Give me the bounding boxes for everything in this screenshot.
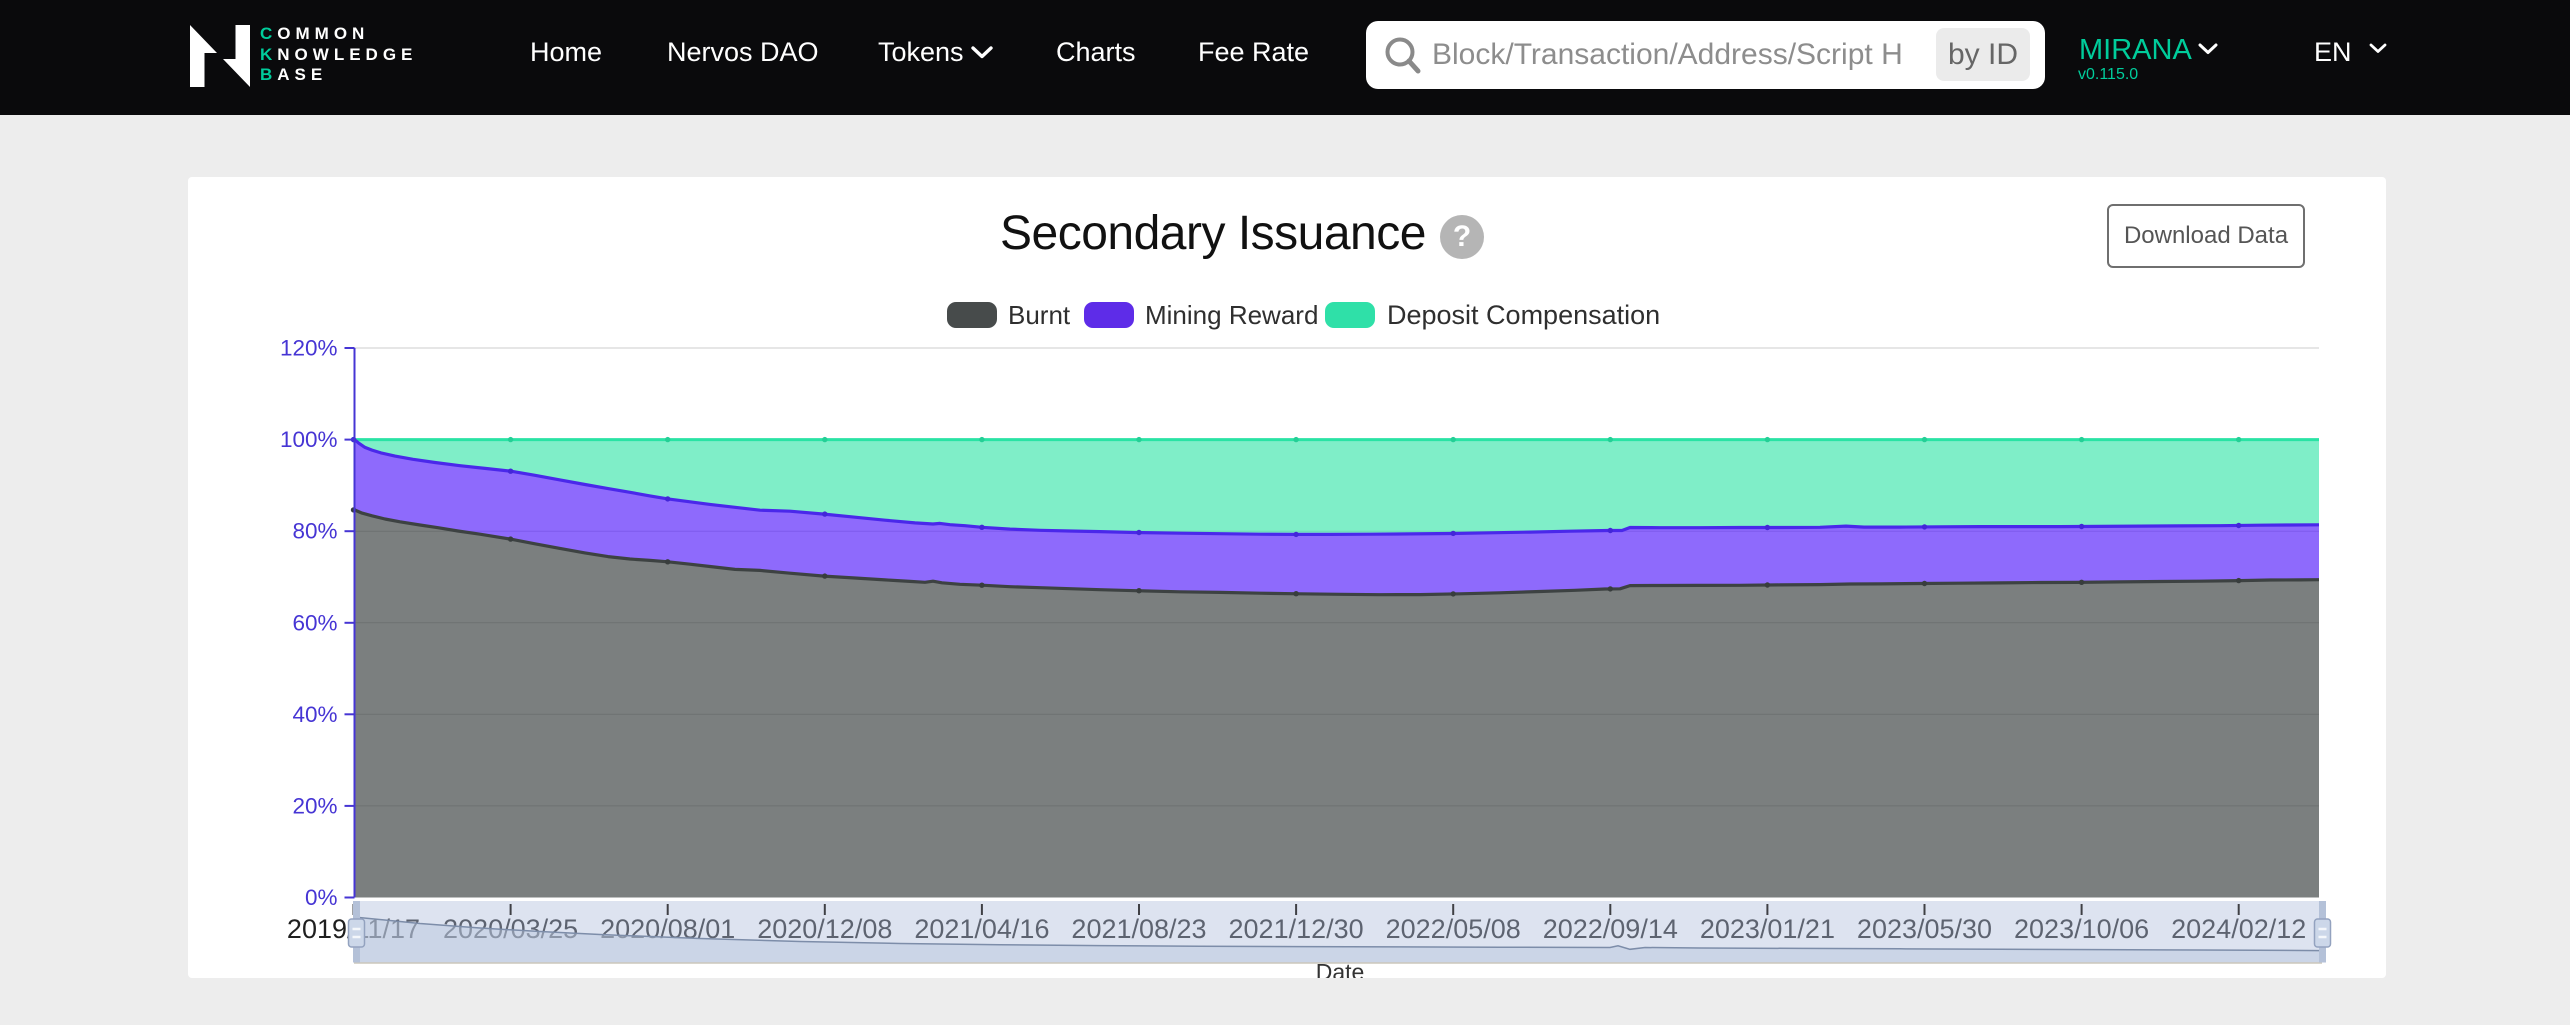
svg-text:40%: 40%	[292, 702, 337, 727]
svg-text:80%: 80%	[292, 519, 337, 544]
svg-text:120%: 120%	[280, 336, 338, 361]
svg-text:20%: 20%	[292, 793, 337, 818]
svg-text:0%: 0%	[305, 885, 338, 910]
svg-text:60%: 60%	[292, 610, 337, 635]
svg-text:100%: 100%	[280, 427, 338, 452]
